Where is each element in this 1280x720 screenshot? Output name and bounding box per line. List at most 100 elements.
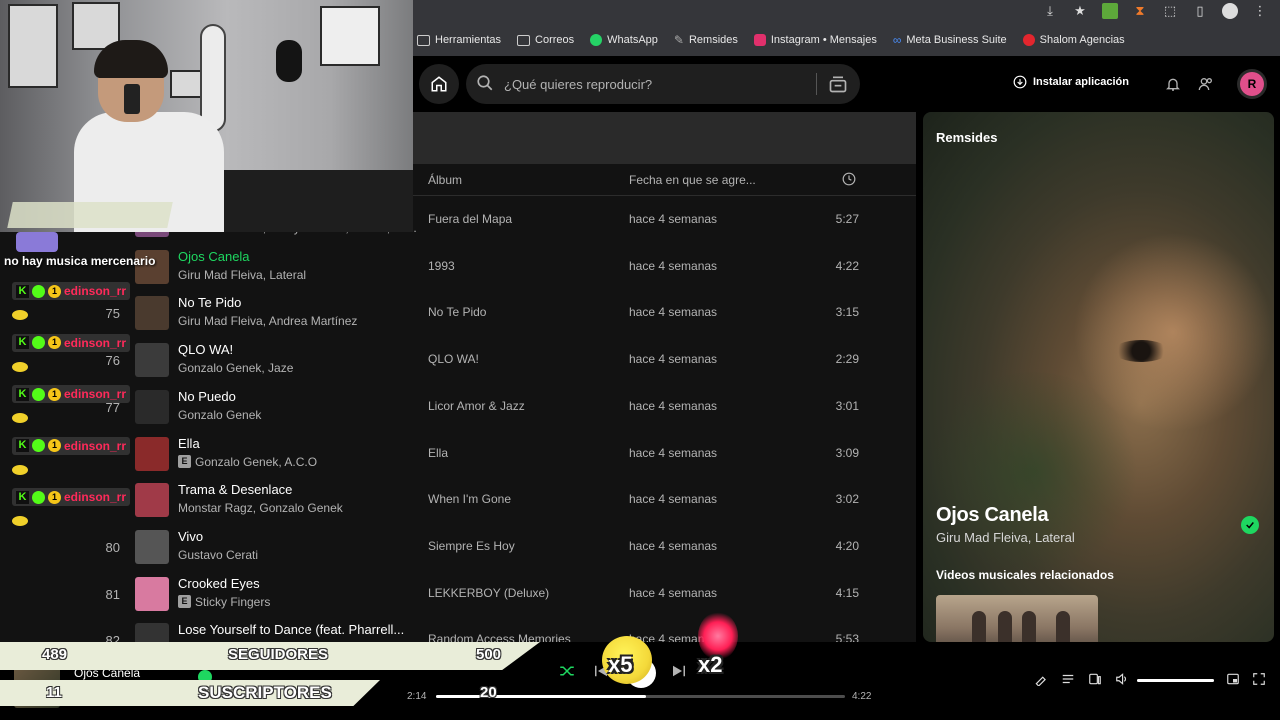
search-input[interactable] <box>504 64 804 104</box>
track-title[interactable]: Trama & Desenlace <box>178 482 292 497</box>
extension-green-icon[interactable] <box>1102 3 1118 19</box>
search-bar[interactable] <box>466 64 860 104</box>
bookmark-whatsapp[interactable]: WhatsApp <box>590 34 658 46</box>
track-title[interactable]: No Te Pido <box>178 295 241 310</box>
progress-fill <box>436 695 646 698</box>
folder-icon <box>417 34 430 46</box>
track-artist[interactable]: Monstar Ragz, Gonzalo Genek <box>178 501 343 515</box>
track-artist[interactable]: Giru Mad Fleiva, Andrea Martínez <box>178 314 357 328</box>
bookmark-herramientas[interactable]: Herramientas <box>417 34 501 46</box>
now-playing-view-icon[interactable] <box>1034 672 1048 686</box>
track-artist[interactable]: Gonzalo Genek, Jaze <box>178 361 293 375</box>
profile-button[interactable]: R <box>1237 69 1267 99</box>
chat-user: K 1 edinson_rr <box>12 436 131 455</box>
track-artist[interactable]: E Gonzalo Genek, A.C.O <box>178 455 317 469</box>
track-title[interactable]: QLO WA! <box>178 342 233 357</box>
track-album[interactable]: LEKKERBOY (Deluxe) <box>428 586 549 600</box>
track-album[interactable]: When I'm Gone <box>428 492 511 506</box>
track-album[interactable]: QLO WA! <box>428 352 479 366</box>
install-page-icon[interactable]: ⤓ <box>1042 3 1058 19</box>
track-artist-name[interactable]: Giru Mad Fleiva, Andrea Martínez <box>178 314 357 328</box>
queue-icon[interactable] <box>1061 672 1075 686</box>
bookmark-label: Remsides <box>688 34 738 46</box>
connect-device-icon[interactable] <box>1088 672 1102 686</box>
track-album[interactable]: Ella <box>428 446 448 460</box>
track-album[interactable]: Random Access Memories <box>428 632 571 642</box>
related-video-thumbnail[interactable] <box>936 595 1098 642</box>
track-row[interactable]: 82 Lose Yourself to Dance (feat. Pharrell… <box>0 618 916 642</box>
volume-fill <box>1137 679 1214 682</box>
track-album[interactable]: No Te Pido <box>428 305 486 319</box>
next-track-icon[interactable] <box>670 662 688 680</box>
friend-activity-icon[interactable] <box>1198 76 1214 92</box>
green-badge-icon <box>32 439 45 453</box>
track-artist-name[interactable]: Gonzalo Genek, Jaze <box>178 361 293 375</box>
bookmark-star-icon[interactable]: ★ <box>1072 3 1088 19</box>
track-artist[interactable]: Gonzalo Genek <box>178 408 261 422</box>
screen: ⤓ ★ ⧗ ⬚ ▯ ⋮ Herramientas Correos WhatsAp… <box>0 0 1280 720</box>
track-artist-name[interactable]: Giru Mad Fleiva, Lateral <box>178 268 306 282</box>
bookmark-meta-business[interactable]: ∞ Meta Business Suite <box>893 33 1007 47</box>
green-badge-icon <box>32 284 45 298</box>
meta-icon: ∞ <box>892 33 902 47</box>
track-row[interactable]: 81 Crooked Eyes E Sticky Fingers LEKKERBOY (… <box>0 572 916 618</box>
profile-icon[interactable] <box>1222 3 1238 19</box>
search-icon <box>477 75 493 91</box>
menu-dots-icon[interactable]: ⋮ <box>1252 3 1268 19</box>
bookmark-shalom[interactable]: Shalom Agencias <box>1022 34 1125 46</box>
track-album[interactable]: Fuera del Mapa <box>428 212 512 226</box>
track-album[interactable]: Licor Amor & Jazz <box>428 399 525 413</box>
home-button[interactable] <box>419 64 459 104</box>
notifications-bell-icon[interactable] <box>1165 76 1181 92</box>
bookmark-correos[interactable]: Correos <box>517 34 574 46</box>
clock-icon[interactable] <box>842 172 856 186</box>
volume-icon[interactable] <box>1115 672 1129 686</box>
fullscreen-icon[interactable] <box>1252 672 1266 686</box>
track-artist-name[interactable]: Gustavo Cerati <box>178 548 258 562</box>
cover-art-eye <box>1113 340 1169 362</box>
multiplier-x5: x5 <box>608 652 633 677</box>
track-date-added: hace 4 semanas <box>629 585 718 600</box>
install-app-button[interactable]: Instalar aplicación <box>1013 75 1129 89</box>
track-artist[interactable]: Gustavo Cerati <box>178 548 258 562</box>
track-duration: 4:15 <box>835 585 859 600</box>
track-artist-name[interactable]: Sticky Fingers <box>195 595 270 609</box>
bookmark-remsides[interactable]: ✎ Remsides <box>674 33 738 47</box>
column-date-added[interactable]: Fecha en que se agre... <box>629 173 756 187</box>
bookmark-instagram[interactable]: Instagram • Mensajes <box>753 34 877 46</box>
progress-bar[interactable] <box>436 695 845 698</box>
player-window-controls <box>1226 672 1266 686</box>
track-artist-name[interactable]: Gonzalo Genek, A.C.O <box>195 455 317 469</box>
track-album[interactable]: Siempre Es Hoy <box>428 539 515 553</box>
track-album[interactable]: 1993 <box>428 259 455 273</box>
browse-icon[interactable] <box>828 74 848 94</box>
track-title[interactable]: Vivo <box>178 529 203 544</box>
track-artist[interactable]: E Sticky Fingers <box>178 595 270 609</box>
track-artist-name[interactable]: Gonzalo Genek <box>178 408 261 422</box>
instagram-icon <box>753 34 766 46</box>
saved-check-icon[interactable] <box>1241 516 1259 534</box>
track-artist-name[interactable]: Monstar Ragz, Gonzalo Genek <box>178 501 343 515</box>
volume-slider[interactable] <box>1137 679 1214 682</box>
now-playing-song-title[interactable]: Ojos Canela <box>936 504 1049 527</box>
chat-user: K 1 edinson_rr <box>12 282 131 300</box>
mini-player-icon[interactable] <box>1226 672 1240 686</box>
bookmarks-bar: Herramientas Correos WhatsApp ✎ Remsides … <box>413 24 1280 56</box>
track-artist[interactable]: Giru Mad Fleiva, Lateral <box>178 268 306 282</box>
shuffle-icon[interactable] <box>558 662 576 680</box>
chat-user: K 1 edinson_rr <box>12 488 131 507</box>
chat-username: edinson_rr <box>64 387 127 402</box>
extension-hourglass-icon[interactable]: ⧗ <box>1132 3 1148 19</box>
now-playing-playlist-name[interactable]: Remsides <box>936 130 997 145</box>
extensions-puzzle-icon[interactable]: ⬚ <box>1162 3 1178 19</box>
track-title[interactable]: Ella <box>178 436 200 451</box>
track-title[interactable]: No Puedo <box>178 389 236 404</box>
sidebar-icon[interactable]: ▯ <box>1192 3 1208 19</box>
column-album[interactable]: Álbum <box>428 173 462 187</box>
track-title[interactable]: Crooked Eyes <box>178 576 260 591</box>
now-playing-artist[interactable]: Giru Mad Fleiva, Lateral <box>936 530 1075 545</box>
followers-label: SEGUIDORES <box>228 646 329 663</box>
track-title[interactable]: Ojos Canela <box>178 249 250 264</box>
track-title[interactable]: Lose Yourself to Dance (feat. Pharrell..… <box>178 622 404 637</box>
track-date-added: hace 4 semanas <box>629 398 718 413</box>
